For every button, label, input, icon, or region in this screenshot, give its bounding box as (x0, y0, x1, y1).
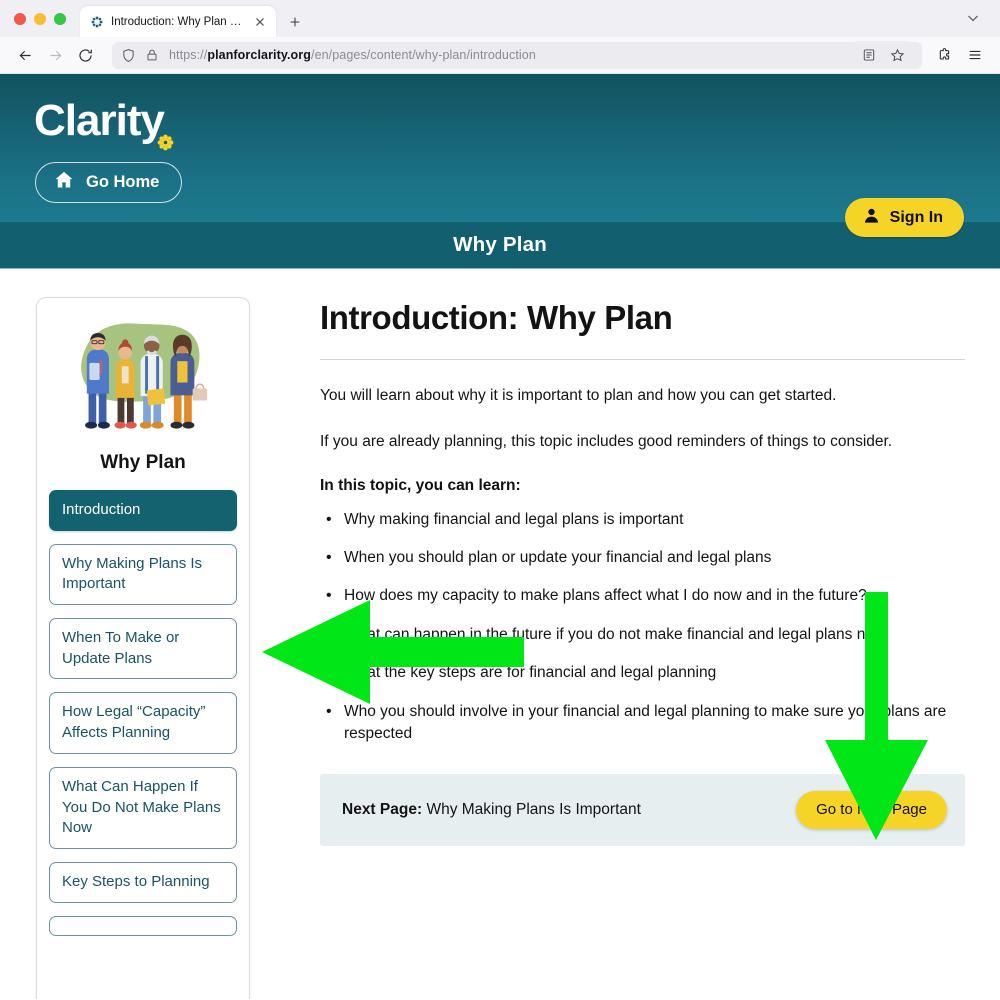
maximize-window-button[interactable] (54, 12, 66, 25)
reload-icon[interactable] (70, 41, 100, 69)
go-home-button[interactable]: Go Home (35, 162, 183, 203)
url-path: /en/pages/content/why-plan/introduction (311, 48, 536, 62)
sidebar-item-label: Key Steps to Planning (62, 872, 210, 890)
star-icon[interactable] (884, 43, 910, 67)
topic-bullet-list: Why making financial and legal plans is … (320, 507, 965, 746)
browser-tab[interactable]: Introduction: Why Plan • Clarity (80, 6, 276, 37)
clarity-flower-favicon (90, 15, 104, 29)
go-to-next-page-button[interactable]: Go to Next Page (796, 790, 947, 829)
site-logo[interactable]: Clarity (34, 96, 174, 151)
url-bar[interactable]: https://planforclarity.org/en/pages/cont… (112, 41, 922, 69)
list-item: What the key steps are for financial and… (320, 661, 965, 685)
sidebar-item-introduction[interactable]: Introduction (49, 490, 237, 531)
url-domain: planforclarity.org (207, 48, 311, 62)
site-header: Clarity Go Home Sign In (0, 74, 1000, 237)
next-page-bar: Next Page: Why Making Plans Is Important… (320, 773, 965, 846)
go-home-label: Go Home (86, 173, 160, 191)
url-text: https://planforclarity.org/en/pages/cont… (169, 48, 536, 62)
web-page: Clarity Go Home Sign In Why Plan Why Pla… (0, 74, 1000, 999)
sign-in-label: Sign In (889, 208, 943, 226)
window-controls (12, 0, 80, 37)
sidebar-item-what-can-happen-if-you-do-not-make-plans-now[interactable]: What Can Happen If You Do Not Make Plans… (49, 766, 237, 849)
sidebar-item-label: Why Making Plans Is Important (62, 554, 203, 593)
lock-icon[interactable] (145, 48, 160, 63)
forward-arrow-icon (40, 41, 70, 69)
list-item: How does my capacity to make plans affec… (320, 584, 965, 608)
sidebar-item-label: What Can Happen If You Do Not Make Plans… (62, 777, 221, 837)
sidebar-item-label: Introduction (62, 501, 141, 518)
shield-icon[interactable] (121, 48, 136, 63)
intro-paragraph-1: You will learn about why it is important… (320, 387, 837, 404)
reader-view-icon[interactable] (856, 43, 882, 67)
tab-title: Introduction: Why Plan • Clarity (111, 15, 245, 28)
sidebar-item-label: How Legal “Capacity” Affects Planning (62, 703, 206, 742)
sidebar-item-how-legal-capacity-affects-planning[interactable]: How Legal “Capacity” Affects Planning (49, 692, 237, 754)
title-divider (320, 359, 965, 360)
back-arrow-icon[interactable] (10, 41, 40, 69)
sidebar-item-next-partial[interactable] (49, 915, 237, 936)
list-item: What can happen in the future if you do … (320, 623, 965, 647)
page-title: Introduction: Why Plan (320, 299, 673, 336)
extensions-puzzle-icon[interactable] (930, 41, 960, 69)
page-body: Why Plan Introduction Why Making Plans I… (0, 269, 1000, 999)
house-icon (53, 169, 75, 196)
topic-lead-in: In this topic, you can learn: (320, 476, 521, 494)
main-content: Introduction: Why Plan You will learn ab… (320, 297, 965, 999)
next-page-title: Why Making Plans Is Important (426, 800, 641, 818)
close-window-button[interactable] (14, 12, 26, 25)
next-page-prefix: Next Page: (342, 800, 423, 818)
sidebar-item-key-steps-to-planning[interactable]: Key Steps to Planning (49, 861, 237, 903)
list-item: Why making financial and legal plans is … (320, 507, 965, 531)
logo-text: Clarity (34, 96, 165, 145)
flower-icon (157, 112, 174, 151)
browser-window: Introduction: Why Plan • Clarity (0, 0, 1000, 1000)
hamburger-menu-icon[interactable] (960, 41, 990, 69)
next-page-text: Next Page: Why Making Plans Is Important (342, 801, 641, 819)
sidebar-item-why-making-plans-is-important[interactable]: Why Making Plans Is Important (49, 543, 237, 606)
sidebar-item-label: When To Make or Update Plans (62, 629, 180, 667)
sidebar-title: Why Plan (100, 452, 186, 473)
minimize-window-button[interactable] (34, 12, 46, 25)
chevron-down-icon[interactable] (964, 9, 982, 27)
list-item: Who you should involve in your financial… (320, 700, 965, 746)
url-scheme: https:// (169, 48, 208, 62)
sign-in-button[interactable]: Sign In (844, 198, 964, 237)
section-title: Why Plan (453, 233, 547, 256)
intro-paragraph-2: If you are already planning, this topic … (320, 433, 893, 451)
list-item: When you should plan or update your fina… (320, 546, 965, 570)
four-people-illustration (49, 310, 237, 438)
urlbar-actions (853, 41, 913, 69)
tab-strip: Introduction: Why Plan • Clarity (0, 0, 1000, 37)
new-tab-button[interactable] (280, 6, 310, 37)
navigation-toolbar: https://planforclarity.org/en/pages/cont… (0, 37, 1000, 74)
topic-sidebar: Why Plan Introduction Why Making Plans I… (36, 297, 250, 999)
go-to-next-page-label: Go to Next Page (816, 801, 927, 819)
close-icon[interactable] (252, 14, 268, 30)
user-icon (862, 206, 881, 230)
sidebar-item-when-to-make-or-update-plans[interactable]: When To Make or Update Plans (49, 618, 237, 680)
